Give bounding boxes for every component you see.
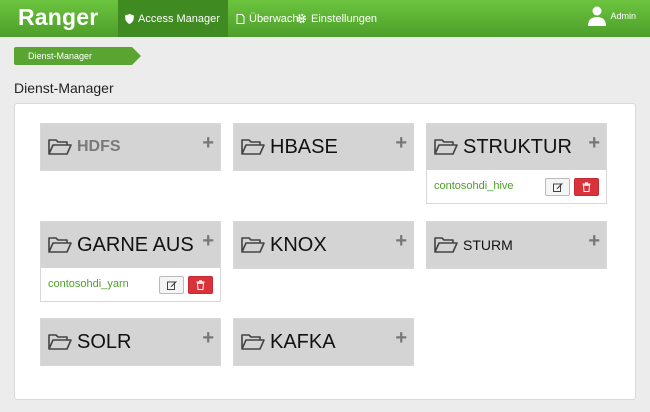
delete-button[interactable] <box>574 178 599 196</box>
add-service-button[interactable]: + <box>395 328 407 348</box>
add-service-button[interactable]: + <box>202 133 214 153</box>
add-service-button[interactable]: + <box>588 231 600 251</box>
service-name: HBASE <box>270 136 338 158</box>
file-icon <box>236 13 245 24</box>
nav-settings-label: Einstellungen <box>311 12 378 25</box>
service-card-hdfs: HDFS + <box>40 123 221 171</box>
breadcrumb-item: Dienst-Manager <box>28 51 93 61</box>
service-card-header: HDFS + <box>41 124 220 170</box>
add-service-button[interactable]: + <box>395 231 407 251</box>
service-name: STRUKTUR <box>463 136 572 158</box>
user-name: Admin <box>610 11 636 21</box>
service-card-hbase: HBASE + <box>233 123 414 171</box>
user-icon <box>588 6 607 26</box>
service-card-sturm: STURM + <box>426 221 607 269</box>
service-card-header: STURM + <box>427 222 606 268</box>
user-menu[interactable]: Admin <box>588 6 636 26</box>
folder-open-icon <box>434 139 458 155</box>
nav-audit[interactable]: Überwachung <box>236 0 304 37</box>
folder-open-icon <box>241 139 265 155</box>
add-service-button[interactable]: + <box>588 133 600 153</box>
service-card-header: GARNE AUS + <box>41 222 220 268</box>
service-name: STURM <box>463 237 513 253</box>
nav-access-manager[interactable]: Access Manager <box>118 0 228 37</box>
add-service-button[interactable]: + <box>202 328 214 348</box>
service-card-body: contosohdi_hive <box>427 170 606 203</box>
folder-open-icon <box>48 139 72 155</box>
folder-open-icon <box>241 334 265 350</box>
breadcrumb[interactable]: Dienst-Manager <box>14 47 141 65</box>
edit-button[interactable] <box>545 178 570 196</box>
service-repo-link[interactable]: contosohdi_hive <box>434 180 514 192</box>
service-card-garne-aus: GARNE AUS + contosohdi_yarn <box>40 221 221 302</box>
service-card-header: KNOX + <box>234 222 413 268</box>
service-card-body: contosohdi_yarn <box>41 268 220 301</box>
folder-open-icon <box>48 334 72 350</box>
service-name: SOLR <box>77 331 132 353</box>
edit-icon <box>166 281 177 290</box>
brand-logo[interactable]: Ranger <box>18 4 98 31</box>
service-name: KNOX <box>270 234 327 256</box>
service-card-knox: KNOX + <box>233 221 414 269</box>
service-card-solr: SOLR + <box>40 318 221 366</box>
folder-open-icon <box>48 237 72 253</box>
service-name: GARNE AUS <box>77 234 194 256</box>
service-panel: HDFS + HBASE + STRUKTUR + contosohdi_hiv… <box>14 103 636 400</box>
service-repo-link[interactable]: contosohdi_yarn <box>48 278 129 290</box>
add-service-button[interactable]: + <box>395 133 407 153</box>
service-card-header: STRUKTUR + <box>427 124 606 170</box>
page-title: Dienst-Manager <box>14 80 114 96</box>
edit-button[interactable] <box>159 276 184 294</box>
service-card-struktur: STRUKTUR + contosohdi_hive <box>426 123 607 204</box>
trash-icon <box>582 182 591 192</box>
service-card-header: KAFKA + <box>234 319 413 365</box>
service-card-header: HBASE + <box>234 124 413 170</box>
service-name: KAFKA <box>270 331 336 353</box>
service-name: HDFS <box>77 138 121 155</box>
trash-icon <box>196 280 205 290</box>
top-navbar: Ranger Access Manager Überwachung Einste… <box>0 0 650 37</box>
nav-settings[interactable]: Einstellungen <box>296 0 377 37</box>
nav-access-manager-label: Access Manager <box>138 12 220 25</box>
folder-open-icon <box>434 237 458 253</box>
edit-icon <box>552 183 563 192</box>
add-service-button[interactable]: + <box>202 231 214 251</box>
gear-icon <box>296 13 307 24</box>
shield-icon <box>125 13 134 24</box>
service-card-header: SOLR + <box>41 319 220 365</box>
delete-button[interactable] <box>188 276 213 294</box>
service-card-kafka: KAFKA + <box>233 318 414 366</box>
folder-open-icon <box>241 237 265 253</box>
